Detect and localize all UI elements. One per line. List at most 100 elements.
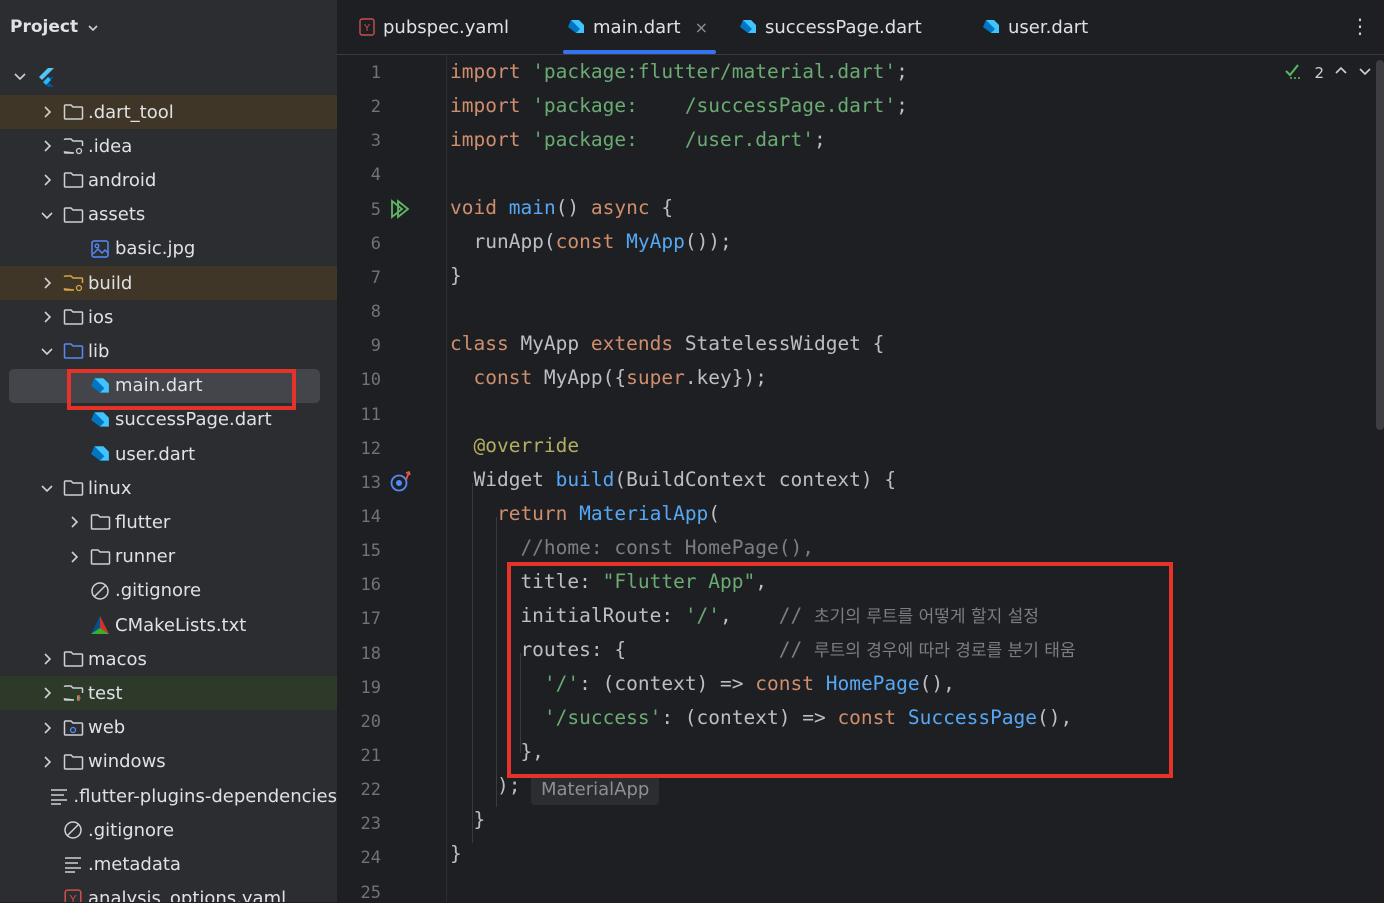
dart-file-icon [739,18,757,36]
close-icon[interactable]: × [695,18,708,37]
folder-icon [89,512,111,532]
chevron-down-icon[interactable] [40,208,54,222]
tree-item[interactable]: assets [0,198,337,232]
code-line-12: @override [450,434,580,457]
chevron-right-icon[interactable] [40,105,54,119]
tree-item[interactable]: web [0,711,337,745]
tree-item[interactable]: user.dart [0,437,337,471]
code-line-10: const MyApp({super.key}); [450,366,767,389]
chevron-right-icon[interactable] [40,721,54,735]
tree-item-label: flutter [115,511,171,533]
chevron-right-icon[interactable] [40,755,54,769]
code-line-6: runApp(const MyApp()); [450,230,732,253]
tab-pubspec-yaml[interactable]: Y pubspec.yaml [359,0,509,54]
override-marker-icon[interactable] [389,470,413,498]
tree-item[interactable]: .flutter-plugins-dependencies [0,779,337,813]
line-number: 7 [370,267,381,288]
project-panel: Project .dart_tool .idea android assets basi… [0,0,337,902]
chevron-right-icon[interactable] [40,652,54,666]
text-file-icon [62,854,84,874]
line-number: 14 [360,506,381,527]
tree-item-label: .gitignore [88,819,175,841]
line-number: 2 [370,97,381,118]
code-line-3: import 'package: /user.dart'; [450,128,826,151]
highlight-box-routes [507,562,1173,778]
vertical-scrollbar[interactable] [1376,60,1384,430]
chevron-down-icon[interactable] [40,344,54,358]
tree-item[interactable]: Yanalysis_options.yaml [0,882,337,902]
line-number: 3 [370,131,381,152]
code-editor[interactable]: Y pubspec.yaml main.dart × successPage.d… [337,0,1384,903]
chevron-right-icon[interactable] [40,686,54,700]
chevron-down-icon[interactable] [40,481,54,495]
tree-item[interactable]: .gitignore [0,574,337,608]
tab-label: pubspec.yaml [383,16,509,38]
line-number: 12 [360,438,381,459]
dart-file-icon [89,444,111,464]
svg-text:Y: Y [363,23,371,34]
code-line-24: } [450,842,462,865]
flutter-logo-icon [35,67,57,87]
tree-item[interactable]: linux [0,471,337,505]
tree-item-label: macos [88,648,147,670]
tab-user-dart[interactable]: user.dart [982,0,1088,54]
tree-item[interactable]: CMakeLists.txt [0,608,337,642]
code-line-5: void main() async { [450,196,674,219]
tree-item[interactable]: .metadata [0,847,337,881]
folder-test-icon [62,683,84,703]
tab-successpage-dart[interactable]: successPage.dart [739,0,922,54]
gitignore-file-icon [89,581,111,601]
tree-root[interactable] [0,60,337,94]
line-number: 19 [360,677,381,698]
tree-item[interactable]: basic.jpg [0,232,337,266]
tree-item[interactable]: .gitignore [0,813,337,847]
tree-item[interactable]: windows [0,745,337,779]
tree-item[interactable]: macos [0,642,337,676]
tree-item-label: web [88,717,126,739]
tree-item[interactable]: lib [0,334,337,368]
tree-item-label: .idea [88,135,133,157]
tree-item[interactable]: android [0,163,337,197]
more-options-icon[interactable]: ⋮ [1350,14,1370,38]
chevron-right-icon[interactable] [40,310,54,324]
chevron-right-icon[interactable] [40,276,54,290]
project-view-selector[interactable]: Project [10,14,100,40]
chevron-right-icon[interactable] [40,139,54,153]
tab-main-dart[interactable]: main.dart × [562,0,717,54]
line-number: 10 [360,370,381,391]
folder-icon [62,752,84,772]
line-number: 24 [360,848,381,869]
closing-label-hint: MaterialApp [531,775,660,805]
tab-label: main.dart [593,16,681,38]
line-number: 13 [360,472,381,493]
folder-icon [62,649,84,669]
tree-item[interactable]: .idea [0,129,337,163]
tree-item[interactable]: runner [0,540,337,574]
tree-item[interactable]: build [0,266,337,300]
folder-source-icon [62,341,84,361]
tree-item[interactable]: test [0,676,337,711]
tab-label: successPage.dart [765,16,922,38]
tree-item[interactable]: flutter [0,505,337,539]
tree-item-label: .metadata [88,853,181,875]
tree-item[interactable]: ios [0,300,337,334]
chevron-right-icon[interactable] [67,515,81,529]
tree-item-label: successPage.dart [115,409,272,431]
code-line-23: } [450,808,486,831]
gutter-divider [446,55,447,902]
run-icon[interactable] [389,198,411,224]
tree-item-label: assets [88,204,146,226]
tree-item-label: user.dart [115,443,196,465]
line-number: 18 [360,643,381,664]
line-number: 21 [360,746,381,766]
code-line-1: import 'package:flutter/material.dart'; [450,60,908,83]
tree-item[interactable]: .dart_tool [0,95,337,129]
chevron-right-icon[interactable] [40,173,54,187]
line-number: 11 [360,404,381,425]
chevron-right-icon[interactable] [67,550,81,564]
chevron-down-icon[interactable] [13,70,27,84]
